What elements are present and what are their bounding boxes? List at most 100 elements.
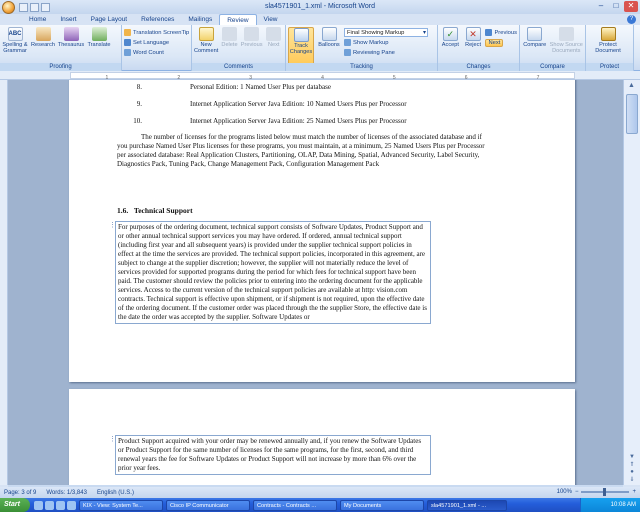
- window-controls: – □ ✕: [594, 1, 638, 12]
- tab-page-layout[interactable]: Page Layout: [84, 14, 135, 25]
- tracking-group: Track Changes Balloons Final Showing Mar…: [286, 25, 438, 71]
- changes-label: Changes: [438, 63, 519, 71]
- page-4[interactable]: ⋮ Product Support acquired with your ord…: [69, 389, 575, 485]
- close-button[interactable]: ✕: [624, 1, 638, 12]
- reject-icon: ✕: [465, 27, 481, 41]
- title-bar: sla4571901_1.xml - Microsoft Word – □ ✕: [0, 0, 640, 14]
- protect-group: Protect Document Protect: [586, 25, 634, 71]
- vertical-scrollbar[interactable]: ▲ ▼ ⇑ ● ⇓: [623, 80, 640, 485]
- browse-controls: ▼ ⇑ ● ⇓: [624, 454, 640, 483]
- lock-icon: [600, 27, 616, 41]
- quick-launch-icon[interactable]: [45, 500, 54, 510]
- tab-mailings[interactable]: Mailings: [181, 14, 219, 25]
- compare-label: Compare: [520, 63, 585, 71]
- support-content-control[interactable]: For purposes of the ordering document, t…: [115, 221, 431, 324]
- vertical-ruler[interactable]: [0, 80, 8, 485]
- document-area[interactable]: 8. Personal Edition: 1 Named User Plus p…: [8, 80, 623, 485]
- section-number: 1.6.: [117, 206, 129, 215]
- page-indicator[interactable]: Page: 3 of 9: [4, 490, 36, 496]
- taskbar-item-active[interactable]: sla4571901_1.xml - ...: [427, 499, 507, 511]
- spelling-icon: ABC: [7, 27, 23, 41]
- zoom-slider[interactable]: [581, 488, 630, 496]
- scroll-thumb[interactable]: [626, 94, 638, 134]
- word-count-icon: [124, 49, 131, 56]
- previous-change-icon: [485, 29, 493, 36]
- delete-comment-icon: [221, 27, 237, 41]
- next-change-button[interactable]: Next: [485, 38, 517, 47]
- licenses-paragraph: The number of licenses for the programs …: [117, 133, 485, 168]
- maximize-button[interactable]: □: [609, 1, 623, 12]
- language-group: Translation ScreenTip Set Language Word …: [122, 25, 192, 71]
- scroll-down-icon[interactable]: ▼: [629, 454, 635, 460]
- accept-icon: ✓: [442, 27, 458, 41]
- tab-insert[interactable]: Insert: [53, 14, 83, 25]
- show-markup-button[interactable]: Show Markup: [344, 38, 428, 47]
- proofing-label: Proofing: [0, 63, 121, 71]
- ruler-strip: 1234567: [70, 72, 575, 81]
- taskbar-item[interactable]: Cisco IP Communicator: [166, 499, 250, 511]
- help-icon[interactable]: ?: [627, 15, 636, 24]
- clock[interactable]: 10:08 AM: [611, 502, 636, 508]
- next-comment-icon: [266, 27, 282, 41]
- thesaurus-icon: [63, 27, 79, 41]
- zoom-out-icon[interactable]: −: [575, 489, 579, 495]
- language-indicator[interactable]: English (U.S.): [97, 490, 134, 496]
- language-icon: [124, 39, 131, 46]
- section-heading: 1.6. Technical Support: [117, 206, 193, 215]
- comments-label: Comments: [192, 63, 285, 71]
- zoom-in-icon[interactable]: +: [632, 489, 636, 495]
- protect-label: Protect: [586, 63, 633, 71]
- minimize-button[interactable]: –: [594, 1, 608, 12]
- status-bar: Page: 3 of 9 Words: 1/3,843 English (U.S…: [0, 487, 640, 498]
- zoom-control: 100% − +: [557, 488, 636, 496]
- show-markup-icon: [344, 39, 351, 46]
- compare-icon: [527, 27, 543, 41]
- research-icon: [35, 27, 51, 41]
- quick-launch-icon[interactable]: [67, 500, 76, 510]
- scroll-up-icon[interactable]: ▲: [624, 80, 639, 91]
- system-tray: 10:08 AM: [580, 498, 640, 512]
- reviewing-pane-button[interactable]: Reviewing Pane: [344, 48, 428, 57]
- translation-screentip-button[interactable]: Translation ScreenTip: [124, 28, 189, 37]
- tab-view[interactable]: View: [257, 14, 285, 25]
- tab-references[interactable]: References: [134, 14, 181, 25]
- section-title: Technical Support: [133, 206, 193, 215]
- translate-icon: [91, 27, 107, 41]
- balloons-icon: [321, 27, 337, 41]
- quick-launch: [34, 500, 76, 510]
- tab-review[interactable]: Review: [219, 14, 257, 25]
- tab-home[interactable]: Home: [22, 14, 53, 25]
- window-title: sla4571901_1.xml - Microsoft Word: [265, 3, 375, 10]
- word-count-indicator[interactable]: Words: 1/3,843: [46, 490, 87, 496]
- markup-mode-select[interactable]: Final Showing Markup: [344, 28, 428, 37]
- taskbar-item[interactable]: Contracts - Contracts ...: [253, 499, 337, 511]
- new-comment-icon: [198, 27, 214, 41]
- quick-launch-icon[interactable]: [34, 500, 43, 510]
- word-count-button[interactable]: Word Count: [124, 48, 189, 57]
- taskbar: Start KIX - View: System Te... Cisco IP …: [0, 498, 640, 512]
- start-button[interactable]: Start: [0, 498, 30, 512]
- changes-group: ✓ Accept ✕ Reject Previous Next Changes: [438, 25, 520, 71]
- next-page-icon[interactable]: ⇓: [629, 476, 634, 483]
- tracking-label: Tracking: [286, 63, 437, 71]
- zoom-level[interactable]: 100%: [557, 489, 572, 495]
- browse-object-icon[interactable]: ●: [630, 469, 634, 475]
- horizontal-ruler[interactable]: 1234567: [0, 71, 640, 81]
- track-changes-icon: [293, 28, 309, 42]
- taskbar-item[interactable]: My Documents: [340, 499, 424, 511]
- renewal-content-control[interactable]: Product Support acquired with your order…: [115, 435, 431, 475]
- comments-group: New Comment Delete Previous Next Comment…: [192, 25, 286, 71]
- taskbar-item[interactable]: KIX - View: System Te...: [79, 499, 163, 511]
- compare-group: Compare Show Source Documents Compare: [520, 25, 586, 71]
- ribbon-tabs: Home Insert Page Layout References Maili…: [0, 14, 640, 25]
- previous-page-icon[interactable]: ⇑: [629, 461, 634, 468]
- reviewing-pane-icon: [344, 49, 351, 56]
- previous-comment-icon: [244, 27, 260, 41]
- quick-launch-icon[interactable]: [56, 500, 65, 510]
- set-language-button[interactable]: Set Language: [124, 38, 189, 47]
- previous-change-button[interactable]: Previous: [485, 28, 517, 37]
- page-3[interactable]: 8. Personal Edition: 1 Named User Plus p…: [69, 80, 575, 382]
- screentip-icon: [124, 29, 131, 36]
- ribbon: ABC Spelling & Grammar Research Thesauru…: [0, 25, 640, 71]
- proofing-group: ABC Spelling & Grammar Research Thesauru…: [0, 25, 122, 71]
